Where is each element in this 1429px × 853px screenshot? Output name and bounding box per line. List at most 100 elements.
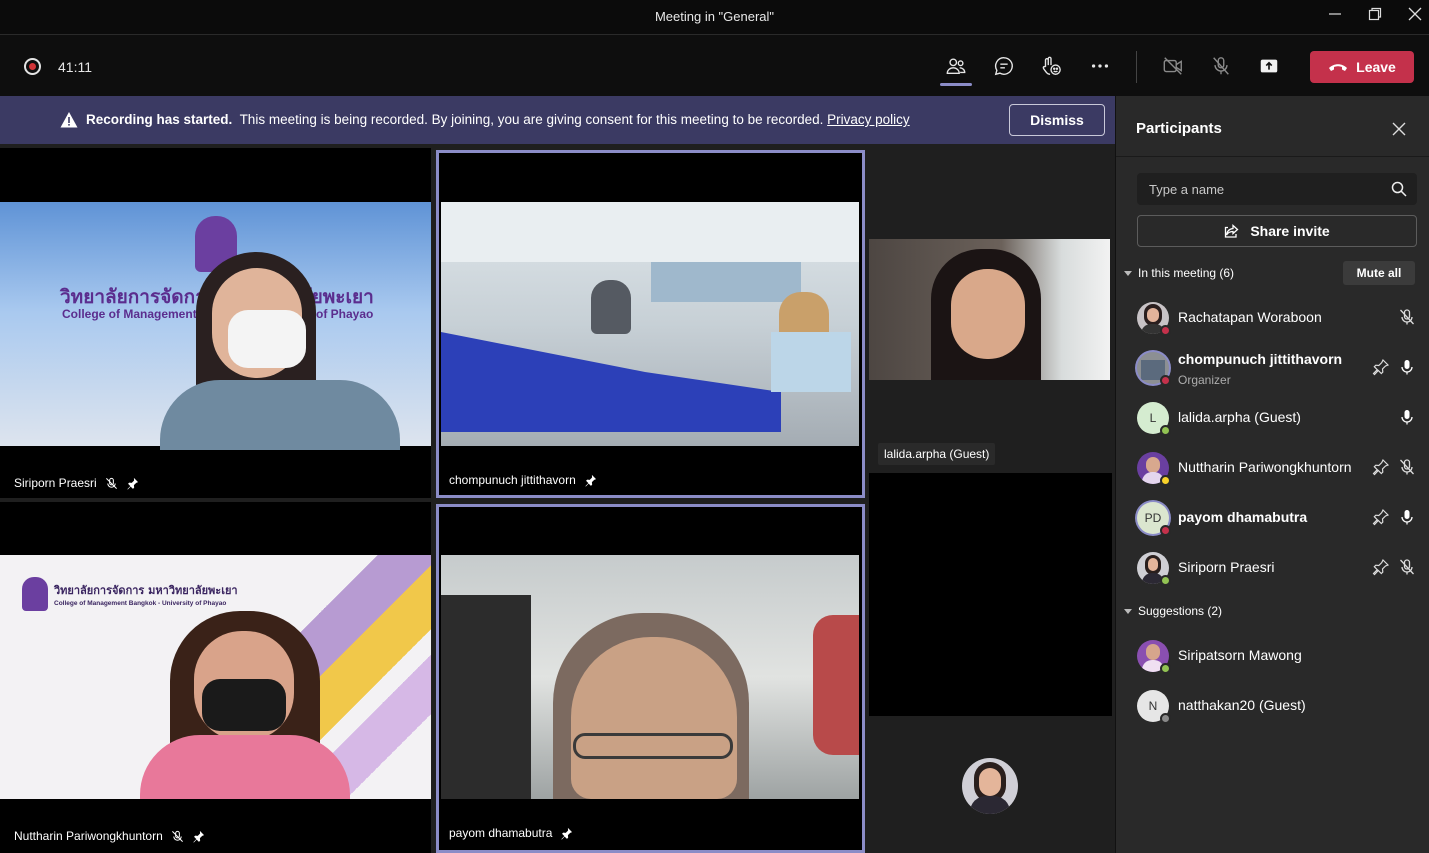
pin-icon[interactable] bbox=[1372, 508, 1390, 526]
avatar-face bbox=[1146, 457, 1160, 473]
participant-row[interactable]: PD payom dhamabutra bbox=[1116, 492, 1429, 542]
presence-available-icon bbox=[1160, 575, 1171, 586]
suggested-row[interactable]: N natthakan20 (Guest) bbox=[1116, 680, 1429, 730]
pin-icon bbox=[192, 830, 205, 843]
suggestions-label: Suggestions (2) bbox=[1138, 604, 1223, 618]
presence-available-icon bbox=[1160, 663, 1171, 674]
restore-icon[interactable] bbox=[1364, 6, 1386, 28]
hang-up-icon bbox=[1329, 64, 1348, 71]
participant-row[interactable]: Nuttharin Pariwongkhuntorn bbox=[1116, 442, 1429, 492]
tile-label: lalida.arpha (Guest) bbox=[878, 443, 996, 465]
reactions-icon[interactable] bbox=[1038, 53, 1064, 79]
participant-name: payom dhamabutra bbox=[1178, 509, 1308, 525]
video-tile-nuttharin[interactable]: วิทยาลัยการจัดการ มหาวิทยาลัยพะเยา Colle… bbox=[0, 502, 431, 853]
tile-label: Nuttharin Pariwongkhuntorn bbox=[14, 829, 205, 843]
video-thai-text: วิทยาลัยการจัดการ มหาวิทยาลัยพะเยา bbox=[54, 584, 238, 597]
participant-row[interactable]: Rachatapan Woraboon bbox=[1116, 292, 1429, 342]
minimize-icon[interactable] bbox=[1324, 6, 1346, 28]
participant-name: natthakan20 (Guest) bbox=[1178, 697, 1306, 713]
participant-row[interactable]: Siriporn Praesri bbox=[1116, 542, 1429, 592]
overflow-avatar-tile[interactable] bbox=[869, 718, 1112, 853]
avatar-body bbox=[970, 796, 1010, 814]
chat-icon[interactable] bbox=[991, 53, 1017, 79]
participant-row[interactable]: chompunuch jittithavorn Organizer bbox=[1116, 342, 1429, 392]
participant-name: chompunuch jittithavorn bbox=[1178, 351, 1343, 367]
room-window bbox=[651, 262, 801, 302]
warning-icon bbox=[60, 112, 78, 128]
avatar-face bbox=[979, 768, 1001, 796]
video-feed: วิทยาลัยการจัดการ ลัยพะเยา College of Ma… bbox=[0, 202, 431, 450]
pin-icon[interactable] bbox=[1372, 358, 1390, 376]
suggested-row[interactable]: Siripatsorn Mawong bbox=[1116, 630, 1429, 680]
participant-name: Nuttharin Pariwongkhuntorn bbox=[1178, 459, 1352, 475]
mic-off-icon bbox=[1398, 558, 1416, 576]
video-eng-text: College of Management Bangkok - Universi… bbox=[54, 600, 227, 607]
avatar-face bbox=[1148, 558, 1158, 571]
participant-row[interactable]: L lalida.arpha (Guest) bbox=[1116, 392, 1429, 442]
people-tab-indicator bbox=[940, 83, 972, 86]
video-feed bbox=[441, 555, 859, 799]
tile-name: Nuttharin Pariwongkhuntorn bbox=[14, 829, 163, 843]
video-tile-lalida[interactable]: lalida.arpha (Guest) bbox=[869, 148, 1112, 473]
presence-busy-icon bbox=[1160, 525, 1171, 536]
more-icon[interactable] bbox=[1087, 53, 1113, 79]
share-icon bbox=[1225, 224, 1239, 238]
person-face bbox=[571, 637, 737, 799]
share-invite-label: Share invite bbox=[1250, 223, 1330, 239]
avatar-face bbox=[1146, 644, 1160, 660]
camera-off-icon[interactable] bbox=[1160, 53, 1186, 79]
pin-icon bbox=[126, 477, 139, 490]
mic-on-icon bbox=[1398, 508, 1416, 526]
video-eng-text-right: y of Phayao bbox=[306, 307, 374, 321]
avatar-face bbox=[1147, 308, 1159, 322]
pin-icon[interactable] bbox=[1372, 558, 1390, 576]
mute-all-button[interactable]: Mute all bbox=[1343, 261, 1415, 285]
share-invite-button[interactable]: Share invite bbox=[1137, 215, 1417, 247]
leave-label: Leave bbox=[1356, 59, 1396, 75]
meeting-toolbar: 41:11 Leave bbox=[0, 34, 1429, 96]
chevron-down-icon bbox=[1124, 608, 1132, 614]
leave-button[interactable]: Leave bbox=[1310, 51, 1414, 83]
video-feed: วิทยาลัยการจัดการ มหาวิทยาลัยพะเยา Colle… bbox=[0, 555, 431, 799]
glasses bbox=[573, 733, 733, 759]
pin-icon[interactable] bbox=[1372, 458, 1390, 476]
video-tile-payom[interactable]: payom dhamabutra bbox=[436, 504, 865, 853]
recording-banner: Recording has started. This meeting is b… bbox=[0, 96, 1115, 144]
close-panel-icon[interactable] bbox=[1390, 120, 1408, 138]
video-feed bbox=[869, 239, 1110, 380]
chevron-down-icon bbox=[1124, 270, 1132, 276]
participant-search bbox=[1137, 173, 1417, 205]
muted-icon bbox=[171, 830, 184, 843]
participants-panel: Participants Share invite In this meetin… bbox=[1115, 96, 1429, 853]
panel-divider bbox=[1116, 156, 1429, 157]
tile-label: Siriporn Praesri bbox=[14, 476, 139, 490]
tile-name: Siriporn Praesri bbox=[14, 476, 97, 490]
laptop-screen bbox=[771, 332, 851, 392]
participant-name: Siripatsorn Mawong bbox=[1178, 647, 1302, 663]
presence-busy-icon bbox=[1160, 325, 1171, 336]
room-ceiling bbox=[441, 202, 859, 262]
pin-icon bbox=[584, 474, 597, 487]
presence-busy-icon bbox=[1160, 375, 1171, 386]
dismiss-button[interactable]: Dismiss bbox=[1009, 104, 1105, 136]
banner-bold: Recording has started. bbox=[86, 112, 233, 127]
participant-role: Organizer bbox=[1178, 373, 1231, 387]
close-window-icon[interactable] bbox=[1404, 6, 1426, 28]
video-eng-text: College of Management B bbox=[62, 307, 209, 321]
share-tray-icon[interactable] bbox=[1256, 53, 1282, 79]
search-icon[interactable] bbox=[1391, 181, 1407, 197]
in-meeting-header[interactable]: In this meeting (6) bbox=[1124, 266, 1234, 280]
mic-off-icon[interactable] bbox=[1208, 53, 1234, 79]
table-cloth bbox=[441, 332, 781, 432]
suggestions-header[interactable]: Suggestions (2) bbox=[1124, 604, 1222, 618]
recording-indicator-icon bbox=[24, 58, 41, 75]
people-icon[interactable] bbox=[943, 53, 969, 79]
search-input[interactable] bbox=[1137, 173, 1377, 205]
video-tile-siriporn[interactable]: วิทยาลัยการจัดการ ลัยพะเยา College of Ma… bbox=[0, 148, 431, 498]
window-title: Meeting in "General" bbox=[654, 9, 775, 24]
toolbar-separator bbox=[1136, 51, 1137, 83]
privacy-policy-link[interactable]: Privacy policy bbox=[827, 112, 910, 127]
title-bar: Meeting in "General" bbox=[0, 0, 1429, 34]
tile-name: payom dhamabutra bbox=[449, 826, 553, 840]
video-tile-chompunuch[interactable]: chompunuch jittithavorn bbox=[436, 150, 865, 498]
